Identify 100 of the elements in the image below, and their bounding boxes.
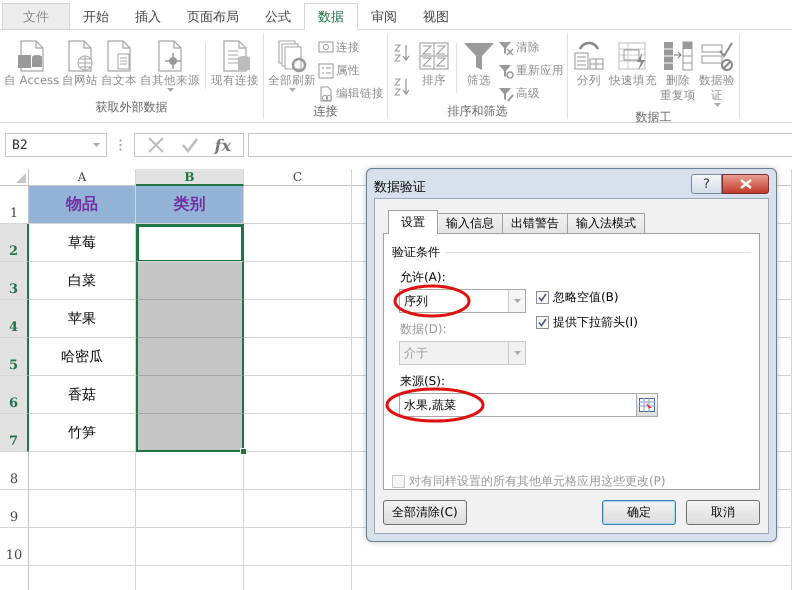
- row-header[interactable]: 9: [0, 490, 29, 528]
- table-cell[interactable]: 白菜: [29, 262, 136, 300]
- table-cell[interactable]: [136, 300, 244, 338]
- connection-icon: [318, 40, 334, 56]
- row-header[interactable]: 7: [0, 414, 29, 452]
- ribbon-group-label: 连接: [312, 103, 339, 120]
- checkbox-label[interactable]: 忽略空值(B): [536, 289, 638, 306]
- source-field[interactable]: 水果,蔬菜: [399, 393, 658, 417]
- ribbon-small-button[interactable]: 清除: [498, 38, 564, 57]
- close-icon: [740, 179, 752, 189]
- dialog-title: 数据验证: [374, 179, 426, 196]
- remove-duplicates-icon: [661, 39, 696, 73]
- field-label: 数据(D):: [400, 321, 447, 338]
- dialog-tab[interactable]: 出错警告: [502, 213, 568, 233]
- select-all-icon[interactable]: [16, 173, 26, 183]
- ribbon-group-label: 数据工: [634, 109, 673, 126]
- ribbon-tab[interactable]: 视图: [410, 4, 462, 30]
- dropdown-arrow-icon: [514, 299, 520, 303]
- header-cell[interactable]: 类别: [136, 186, 244, 224]
- advanced-filter-icon: [498, 86, 514, 102]
- ribbon-tab[interactable]: 公式: [252, 4, 304, 30]
- ribbon-button[interactable]: 自 Access: [3, 37, 60, 90]
- sort-descending-icon[interactable]: [393, 77, 412, 97]
- row-header[interactable]: 2: [0, 224, 29, 262]
- column-header[interactable]: C: [244, 169, 352, 186]
- field-label: 来源(S):: [400, 373, 446, 390]
- row-header[interactable]: 10: [0, 528, 29, 566]
- ribbon-tab[interactable]: 开始: [70, 4, 122, 30]
- ribbon-button[interactable]: 自网站: [61, 37, 100, 90]
- insert-function-button[interactable]: fx: [214, 136, 232, 154]
- field-label: 允许(A):: [400, 269, 446, 286]
- ribbon-tab[interactable]: 插入: [122, 4, 174, 30]
- ribbon-button[interactable]: 排序: [416, 37, 452, 90]
- ribbon-group-label: 排序和筛选: [446, 103, 509, 120]
- table-cell[interactable]: [136, 376, 244, 414]
- row-header[interactable]: 5: [0, 338, 29, 376]
- ribbon-button[interactable]: 全部刷新: [267, 37, 318, 94]
- ribbon-button[interactable]: 快速填充: [608, 37, 658, 90]
- ribbon-button[interactable]: 自其他来源: [139, 37, 202, 94]
- row-header[interactable]: 8: [0, 452, 29, 490]
- clear-filter-icon: [498, 40, 514, 56]
- table-cell[interactable]: [136, 224, 244, 262]
- close-button[interactable]: [722, 174, 769, 194]
- checkbox[interactable]: [536, 316, 549, 329]
- ribbon-small-button[interactable]: 属性: [318, 61, 384, 80]
- button-label: 重复项: [660, 88, 696, 103]
- ribbon-button[interactable]: 现有连接: [210, 37, 260, 90]
- button-label: 证: [711, 88, 724, 103]
- ribbon-button[interactable]: 分列: [571, 37, 608, 90]
- row-header[interactable]: 4: [0, 300, 29, 338]
- ribbon-small-button[interactable]: 重新应用: [498, 61, 564, 80]
- option-text: 忽略空值(B): [553, 289, 619, 306]
- ribbon-small-button[interactable]: 连接: [318, 38, 384, 57]
- checkbox[interactable]: [536, 291, 549, 304]
- table-cell[interactable]: [136, 262, 244, 300]
- ribbon-tab[interactable]: 审阅: [358, 4, 410, 30]
- name-box[interactable]: B2: [5, 133, 107, 157]
- row-header[interactable]: 6: [0, 376, 29, 414]
- table-cell[interactable]: 草莓: [29, 224, 136, 262]
- row-header[interactable]: 3: [0, 262, 29, 300]
- option-text: 对有同样设置的所有其他单元格应用这些更改(P): [409, 473, 666, 490]
- table-cell[interactable]: 香菇: [29, 376, 136, 414]
- header-cell[interactable]: 物品: [29, 186, 136, 224]
- ribbon-small-button[interactable]: 编辑链接: [318, 84, 384, 103]
- cancel-icon[interactable]: [146, 136, 165, 154]
- ribbon-button[interactable]: 删除 重复项: [659, 37, 698, 105]
- table-cell[interactable]: 哈密瓜: [29, 338, 136, 376]
- dropdown-arrow-icon: [514, 351, 520, 355]
- allow-dropdown[interactable]: 序列: [399, 289, 526, 313]
- table-cell[interactable]: 苹果: [29, 300, 136, 338]
- checkbox-label[interactable]: 提供下拉箭头(I): [536, 314, 638, 331]
- link-file-icon: [318, 86, 334, 102]
- ribbon-button[interactable]: 数据验 证: [698, 37, 736, 109]
- ribbon-button[interactable]: 自文本: [100, 37, 138, 90]
- reapply-filter-icon: [498, 62, 514, 78]
- dialog-button[interactable]: 全部清除(C): [383, 500, 467, 525]
- row-header[interactable]: 1: [0, 186, 29, 224]
- ribbon-tab[interactable]: 文件: [2, 3, 70, 30]
- dialog-button[interactable]: 确定: [602, 500, 676, 525]
- table-cell[interactable]: [136, 414, 244, 452]
- ribbon-tab[interactable]: 页面布局: [174, 4, 252, 30]
- ribbon-small-button[interactable]: 高级: [498, 84, 564, 103]
- fill-handle[interactable]: [240, 448, 247, 455]
- column-header[interactable]: A: [29, 169, 136, 186]
- sort-ascending-icon[interactable]: [393, 43, 412, 63]
- table-cell[interactable]: [136, 338, 244, 376]
- help-button[interactable]: ?: [691, 174, 722, 194]
- column-header[interactable]: B: [136, 169, 244, 186]
- dialog-tab[interactable]: 设置: [388, 210, 438, 234]
- range-picker-icon[interactable]: [639, 398, 655, 412]
- dialog-tab[interactable]: 输入信息: [437, 213, 503, 233]
- ribbon-tab[interactable]: 数据: [304, 3, 358, 30]
- formula-input[interactable]: [248, 133, 792, 157]
- grip-icon: [119, 139, 122, 151]
- dialog-tab[interactable]: 输入法模式: [567, 213, 645, 233]
- button-label: 数据验: [699, 73, 736, 88]
- ribbon-button[interactable]: 筛选: [461, 37, 498, 90]
- dialog-button[interactable]: 取消: [686, 500, 760, 525]
- table-cell[interactable]: 竹笋: [29, 414, 136, 452]
- checkmark-icon[interactable]: [180, 136, 199, 154]
